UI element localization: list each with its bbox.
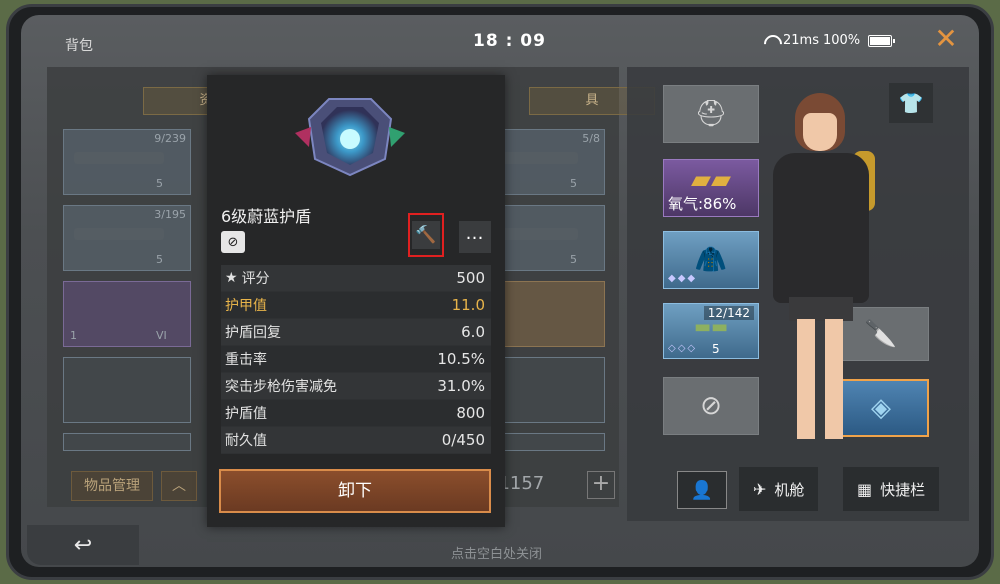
close-hint: 点击空白处关闭	[451, 547, 543, 562]
item-cell[interactable]: 1 VI	[63, 281, 191, 347]
item-quantity: 1	[70, 329, 77, 342]
shirt-icon: 👕	[898, 91, 924, 115]
stat-key: 护甲值	[225, 298, 267, 314]
cabin-button[interactable]: ✈ 机舱	[739, 467, 819, 511]
item-cell[interactable]: 9/239 5	[63, 129, 191, 195]
item-count: 9/239	[154, 132, 186, 145]
launcher-icon	[74, 228, 164, 240]
collapse-icon[interactable]: ︿	[161, 471, 197, 501]
status-bar: 背包 18 : 09 21ms 100% ✕	[21, 15, 979, 61]
close-x-icon[interactable]: ✕	[931, 25, 961, 55]
hammer-icon: 🔨	[412, 221, 440, 249]
rarity-stars: ◇◇◇	[668, 343, 698, 354]
stat-row-rifle-reduction: 突击步枪伤害减免 31.0%	[221, 373, 491, 400]
stat-value: 500	[456, 269, 485, 287]
stat-key: 重击率	[225, 352, 267, 368]
item-level: 5	[570, 177, 577, 190]
manage-items-button[interactable]: 物品管理	[71, 471, 153, 501]
character-model	[759, 87, 879, 443]
back-button[interactable]: ↩	[27, 525, 139, 565]
shield-item-image	[295, 98, 405, 177]
stat-value: 10.5%	[437, 350, 485, 368]
stat-row-score: ★ 评分 500	[221, 265, 491, 292]
game-screen: 背包 18 : 09 21ms 100% ✕ 资 具 9/239 5 5/8 5…	[21, 15, 979, 567]
item-cell[interactable]	[63, 433, 191, 451]
stats-table: ★ 评分 500 护甲值 11.0 护盾回复 6.0 重击率 10.5% 突击步枪…	[221, 265, 491, 454]
stat-value: 0/450	[441, 431, 485, 449]
rarity-stars: ◆◆◆	[668, 273, 698, 284]
stat-row-shield-regen: 护盾回复 6.0	[221, 319, 491, 346]
network-status: 21ms 100%	[763, 33, 896, 48]
armor-slot[interactable]: 🧥 ◆◆◆	[663, 231, 759, 289]
upgrade-button[interactable]: 🔨	[408, 213, 444, 257]
dogtag-icon: ⊘	[700, 391, 722, 421]
rifle-icon	[74, 152, 164, 164]
backpack-toolbar: 物品管理 ︿	[71, 471, 197, 501]
item-detail-popup: 6级蔚蓝护盾 ⊘ 🔨 … ★评分 500 护甲值 11.0 护盾回复 6.0	[207, 75, 505, 527]
device-frame: 背包 18 : 09 21ms 100% ✕ 资 具 9/239 5 5/8 5…	[6, 4, 994, 580]
quickbar-icon: ▦	[857, 479, 873, 499]
quickbar-label: 快捷栏	[880, 480, 926, 499]
item-level: 5	[156, 253, 163, 266]
stat-row-durability: 耐久值 0/450	[221, 427, 491, 454]
weapon-slot[interactable]: 12/142 ▬▬ ◇◇◇ 5	[663, 303, 759, 359]
stat-key: 评分	[241, 271, 270, 287]
rifle-icon: ▬▬	[693, 316, 729, 338]
cabin-label: 机舱	[774, 480, 805, 499]
quickbar-button[interactable]: ▦ 快捷栏	[843, 467, 940, 511]
helmet-slot[interactable]: ⛑	[663, 85, 759, 143]
item-level: VI	[156, 329, 167, 342]
battery-percent: 100%	[822, 33, 861, 48]
add-money-button[interactable]: +	[587, 471, 615, 499]
pendant-slot[interactable]: ⊘	[663, 377, 759, 435]
item-level: 5	[570, 253, 577, 266]
drone-icon: ✈	[753, 479, 767, 499]
screen-title: 背包	[65, 38, 93, 54]
stat-value: 6.0	[461, 323, 485, 341]
item-level: 5	[156, 177, 163, 190]
oxygen-tank-icon: ▰▰	[691, 165, 731, 196]
weapon-level: 5	[712, 342, 720, 356]
stat-key: 护盾值	[225, 406, 267, 422]
stat-value: 11.0	[451, 296, 485, 314]
profile-card-icon: 👤	[690, 479, 714, 501]
stat-key: 耐久值	[225, 433, 267, 449]
oxygen-label: 氧气:86%	[668, 195, 737, 213]
stat-row-crit-rate: 重击率 10.5%	[221, 346, 491, 373]
oxygen-slot[interactable]: ▰▰ 氧气:86%	[663, 159, 759, 217]
latency: 21ms	[783, 33, 819, 48]
item-count: 3/195	[154, 208, 186, 221]
wifi-icon	[763, 35, 779, 47]
stat-value: 800	[456, 404, 485, 422]
profile-button[interactable]: 👤	[677, 471, 727, 509]
item-cell[interactable]: 3/195 5	[63, 205, 191, 271]
bind-status-icon: ⊘	[221, 231, 245, 253]
more-options-button[interactable]: …	[459, 221, 491, 253]
helmet-icon: ⛑	[694, 99, 728, 129]
equipment-panel: ⛑ ▰▰ 氧气:86% 🧥 ◆◆◆ 12/142 ▬▬ ◇◇◇ 5 ⊘ 🔪 ◈ …	[627, 67, 969, 521]
clock: 18 : 09	[473, 31, 546, 51]
outfit-button[interactable]: 👕	[889, 83, 933, 123]
stat-key: 突击步枪伤害减免	[225, 379, 337, 395]
battery-icon	[868, 34, 896, 47]
unequip-button[interactable]: 卸下	[219, 469, 491, 513]
stat-value: 31.0%	[437, 377, 485, 395]
item-count: 5/8	[582, 132, 600, 145]
rating-icon: ★	[225, 270, 238, 286]
item-cell[interactable]	[63, 357, 191, 423]
back-arrow-icon: ↩	[73, 532, 93, 558]
jacket-icon: 🧥	[694, 245, 728, 275]
stat-key: 护盾回复	[225, 325, 281, 341]
item-name: 6级蔚蓝护盾	[221, 207, 312, 226]
stat-row-armor: 护甲值 11.0	[221, 292, 491, 319]
stat-row-shield: 护盾值 800	[221, 400, 491, 427]
